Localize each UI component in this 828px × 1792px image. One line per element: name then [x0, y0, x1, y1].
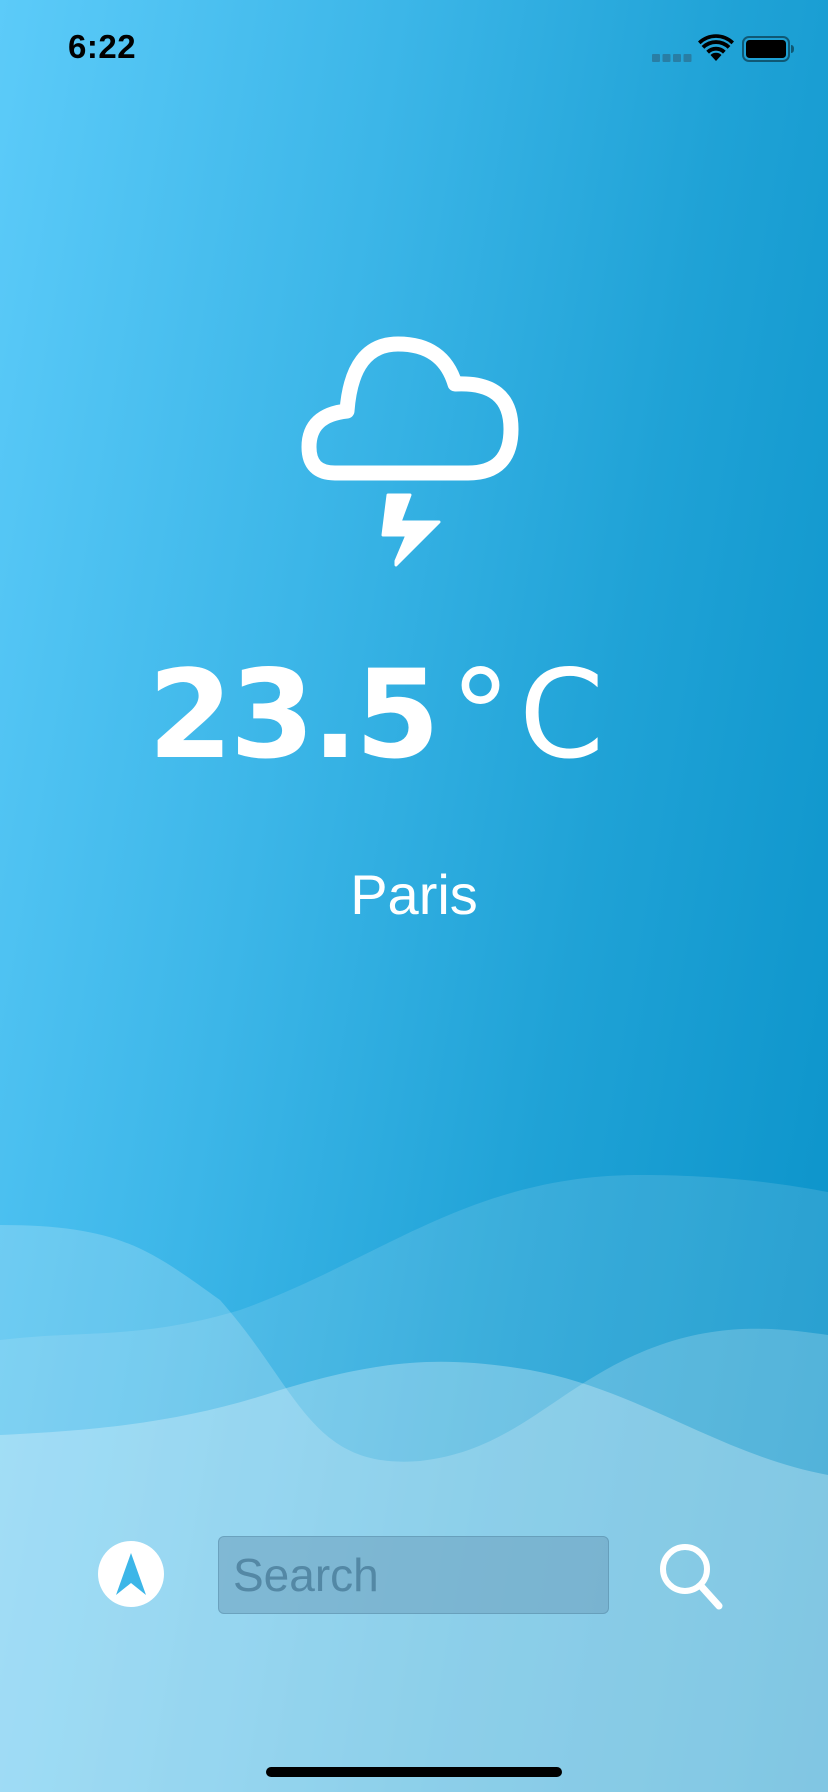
temperature-unit: °C [450, 644, 613, 786]
status-bar: 6:22 [0, 0, 828, 100]
search-button[interactable] [656, 1540, 724, 1612]
weather-screen: 6:22 23.5 °C Paris [0, 0, 828, 1792]
search-input[interactable] [218, 1536, 609, 1614]
battery-icon [742, 36, 794, 62]
home-indicator[interactable] [266, 1767, 562, 1777]
current-location-button[interactable] [98, 1541, 164, 1607]
decorative-waves [0, 1175, 828, 1792]
location-arrow-icon [116, 1553, 146, 1595]
magnifier-icon [660, 1544, 723, 1610]
thunderstorm-icon [301, 336, 519, 567]
city-name: Paris [350, 863, 478, 926]
wifi-icon [698, 34, 734, 61]
cellular-signal-icon [652, 54, 692, 62]
status-time: 6:22 [68, 28, 137, 65]
temperature-value: 23.5 [148, 644, 440, 786]
